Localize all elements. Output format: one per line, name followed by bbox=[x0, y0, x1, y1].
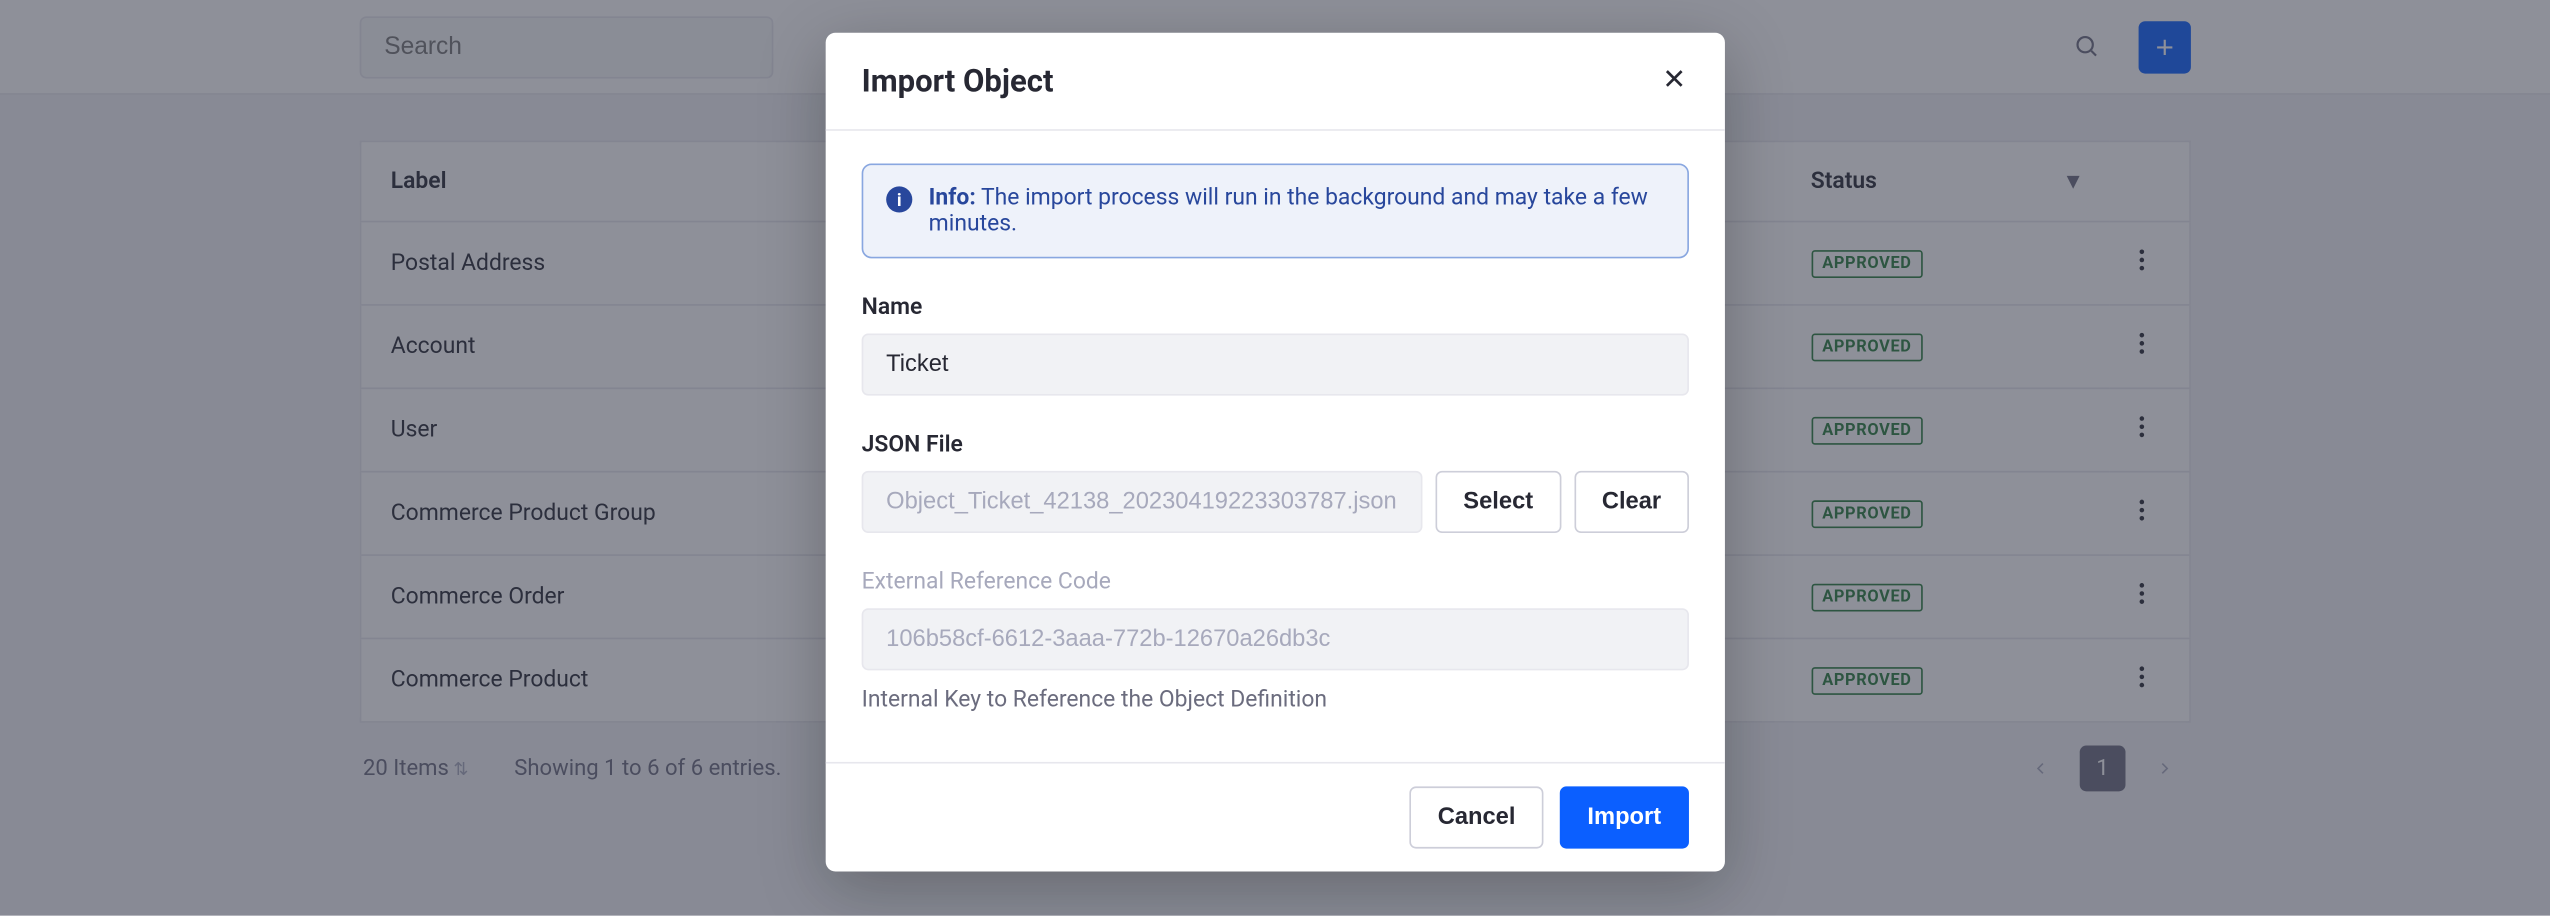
modal-body: i Info: The import process will run in t… bbox=[826, 131, 1725, 762]
alert-label: Info: bbox=[929, 185, 976, 211]
erc-input[interactable] bbox=[862, 608, 1689, 670]
erc-label: External Reference Code bbox=[862, 569, 1689, 595]
name-label: Name bbox=[862, 294, 1689, 320]
modal-footer: Cancel Import bbox=[826, 762, 1725, 872]
erc-hint: Internal Key to Reference the Object Def… bbox=[862, 687, 1689, 713]
clear-button[interactable]: Clear bbox=[1574, 471, 1689, 533]
alert-text: The import process will run in the backg… bbox=[929, 185, 1648, 237]
name-form-group: Name bbox=[862, 294, 1689, 395]
import-object-modal: Import Object i Info: The import process… bbox=[826, 33, 1725, 872]
import-button[interactable]: Import bbox=[1560, 786, 1689, 848]
select-button[interactable]: Select bbox=[1436, 471, 1561, 533]
jsonfile-input bbox=[862, 471, 1423, 533]
modal-overlay[interactable]: Import Object i Info: The import process… bbox=[0, 0, 2550, 916]
jsonfile-form-group: JSON File Select Clear bbox=[862, 432, 1689, 533]
jsonfile-label: JSON File bbox=[862, 432, 1689, 458]
modal-title: Import Object bbox=[862, 62, 1054, 100]
name-input[interactable] bbox=[862, 334, 1689, 396]
cancel-button[interactable]: Cancel bbox=[1410, 786, 1543, 848]
modal-header: Import Object bbox=[826, 33, 1725, 131]
info-icon: i bbox=[886, 186, 912, 212]
info-alert: i Info: The import process will run in t… bbox=[862, 164, 1689, 259]
close-icon[interactable] bbox=[1660, 63, 1689, 99]
erc-form-group: External Reference Code Internal Key to … bbox=[862, 569, 1689, 713]
